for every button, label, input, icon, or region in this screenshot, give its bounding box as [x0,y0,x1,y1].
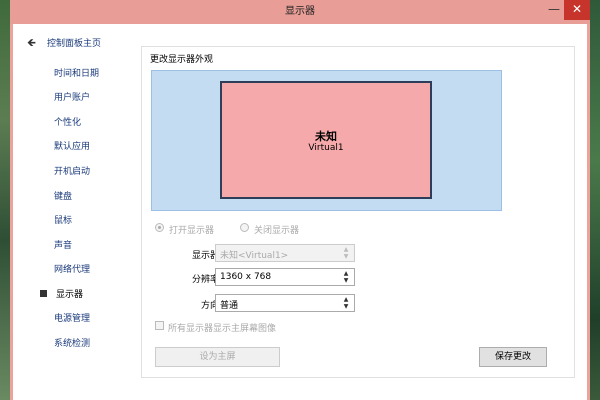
sidebar-item-display[interactable]: 显示器 [56,287,83,300]
spinner-arrows-icon: ▲ ▼ [343,270,349,284]
orientation-select-value: 普通 [220,301,239,311]
sidebar-item-sound[interactable]: 声音 [54,238,72,251]
display-settings-panel: 更改显示器外观 未知 Virtual1 打开显示器 关闭显示器 显示器: 未知<… [141,46,575,378]
display-select[interactable]: 未知<Virtual1> ▲ ▼ [215,244,355,262]
current-item-bullet-icon [40,290,47,297]
sidebar-item-startup[interactable]: 开机启动 [54,164,90,177]
desktop-background-left [0,0,10,400]
resolution-select-label: 分辨率: [191,275,222,285]
control-panel-home-label: 控制面板主页 [47,39,102,49]
window-client-area: 🡸 控制面板主页 时间和日期 用户账户 个性化 默认应用 开机启动 键盘 鼠标 … [13,24,587,400]
mirror-displays-label: 所有显示器显示主屏幕图像 [168,324,277,334]
display-select-value: 未知<Virtual1> [220,251,289,261]
sidebar-item-default-apps[interactable]: 默认应用 [54,139,90,152]
sidebar-item-user-accounts[interactable]: 用户账户 [54,90,90,103]
monitor-name: 未知 [315,130,337,143]
spinner-arrows-icon: ▲ ▼ [343,246,349,260]
orientation-select[interactable]: 普通 ▲ ▼ [215,294,355,312]
minimize-button[interactable]: — [544,3,564,19]
sidebar-item-network-proxy[interactable]: 网络代理 [54,262,90,275]
close-button[interactable]: ✕ [564,0,590,20]
radio-unchecked-icon [240,223,249,232]
display-select-label: 显示器: [191,251,222,261]
set-primary-button[interactable]: 设为主屏 [155,347,280,367]
spinner-arrows-icon: ▲ ▼ [343,296,349,310]
sidebar-item-mouse[interactable]: 鼠标 [54,213,72,226]
sidebar-item-system-check[interactable]: 系统检测 [54,336,90,349]
monitor-id: Virtual1 [308,143,344,153]
checkbox-unchecked-icon [155,321,164,330]
sidebar-item-datetime[interactable]: 时间和日期 [54,66,99,79]
display-settings-window: 显示器 — ✕ 🡸 控制面板主页 时间和日期 用户账户 个性化 默认应用 开机启… [10,0,590,400]
save-changes-button[interactable]: 保存更改 [479,347,547,367]
arrow-left-icon: 🡸 [27,36,36,49]
desktop-background-right [590,0,600,400]
orientation-select-label: 方向: [200,301,222,311]
section-title: 更改显示器外观 [150,55,214,65]
radio-checked-icon [155,223,164,232]
monitor-tile[interactable]: 未知 Virtual1 [220,81,432,199]
sidebar-item-power[interactable]: 电源管理 [54,311,90,324]
display-off-label: 关闭显示器 [254,226,300,236]
title-bar[interactable]: 显示器 — ✕ [10,0,590,24]
display-arrangement-preview: 未知 Virtual1 [151,70,502,211]
window-title: 显示器 [285,6,315,17]
resolution-select[interactable]: 1360 x 768 ▲ ▼ [215,268,355,286]
display-on-label: 打开显示器 [169,226,215,236]
sidebar-item-personalization[interactable]: 个性化 [54,115,81,128]
resolution-select-value: 1360 x 768 [220,272,272,282]
sidebar-item-keyboard[interactable]: 键盘 [54,189,72,202]
